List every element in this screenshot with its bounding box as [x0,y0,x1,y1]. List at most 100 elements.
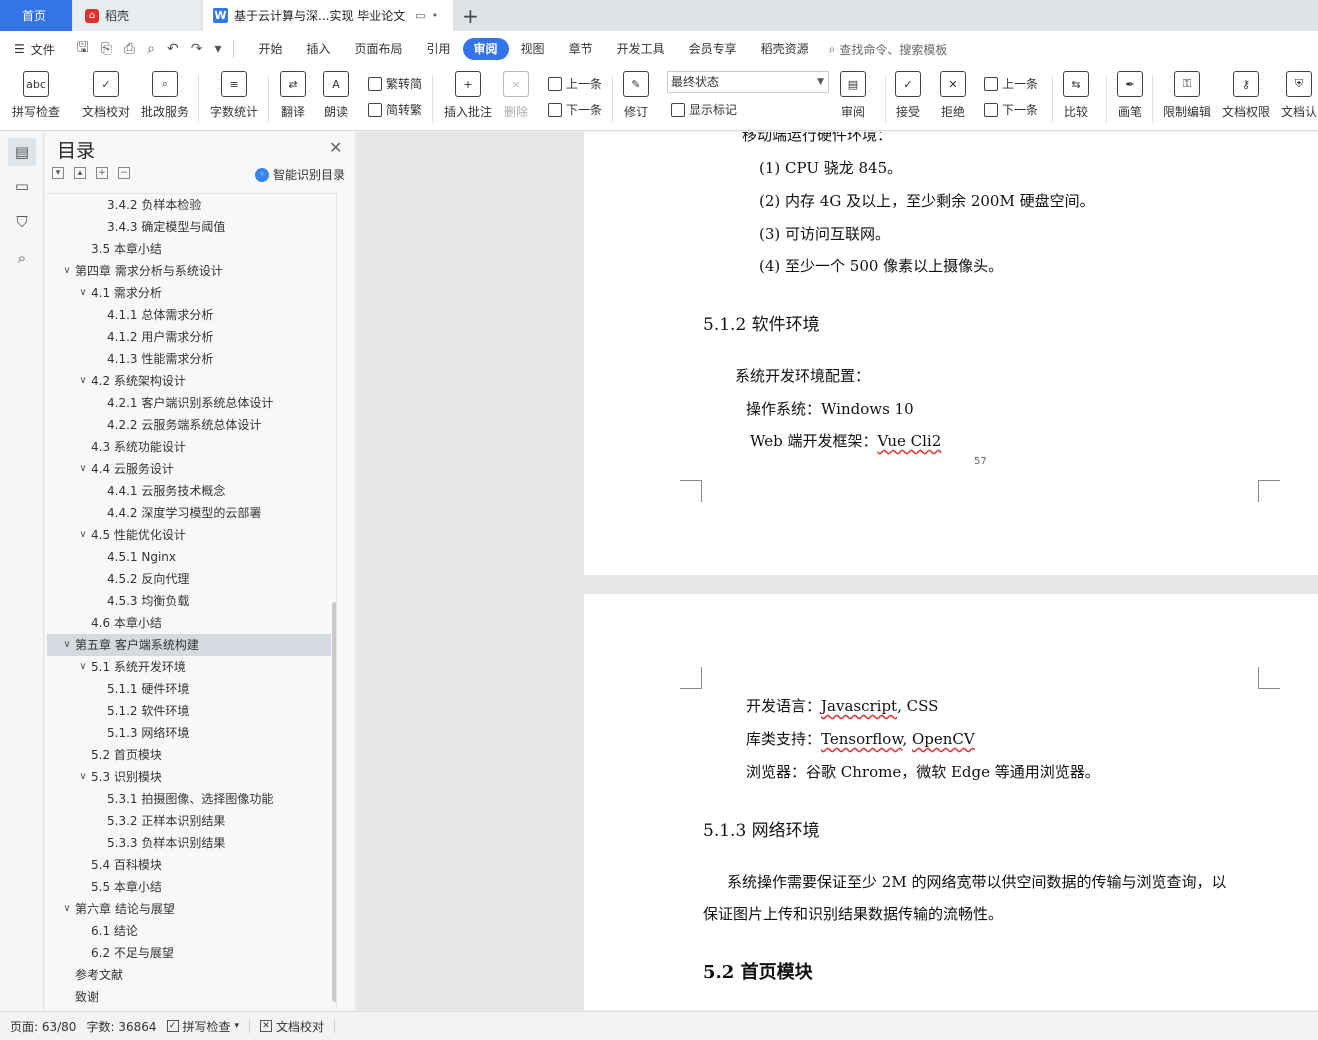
chevron-down-icon[interactable]: ∨ [77,656,89,678]
toc-item[interactable]: 5.3.2 正样本识别结果 [47,810,331,832]
expand-all-icon[interactable]: ▾ [52,167,64,179]
word-count-indicator[interactable]: 字数: 36864 [86,1018,156,1035]
toc-item[interactable]: 5.1.2 软件环境 [47,700,331,722]
chevron-down-icon[interactable]: ∨ [61,634,73,656]
toc-item[interactable]: ∨ 第四章 需求分析与系统设计 [47,260,331,282]
toc-item[interactable]: 5.5 本章小结 [47,876,331,898]
toc-icon[interactable]: ▤ [8,138,36,166]
toc-item[interactable]: 4.3 系统功能设计 [47,436,331,458]
restrict-edit-button[interactable]: ⚿ 限制编辑 [1163,71,1211,120]
menu-daoke-resources[interactable]: 稻壳资源 [749,38,821,60]
prev-change-button[interactable]: 上一条 [984,75,1038,92]
show-marks-button[interactable]: 显示标记 [671,101,737,118]
reject-button[interactable]: ✕ 拒绝 [940,71,966,120]
redo-icon[interactable]: ↷ [191,41,203,57]
simp-to-trad-button[interactable]: 简转繁 [368,101,422,118]
toc-item[interactable]: 4.1.1 总体需求分析 [47,304,331,326]
revise-button[interactable]: ✎ 修订 [623,71,649,120]
tab-home[interactable]: 首页 [0,0,72,31]
toc-item[interactable]: 4.2.2 云服务端系统总体设计 [47,414,331,436]
toc-item[interactable]: 4.5.2 反向代理 [47,568,331,590]
toc-item[interactable]: 5.4 百科模块 [47,854,331,876]
toc-item[interactable]: 5.1.3 网络环境 [47,722,331,744]
toc-item[interactable]: 致谢 [47,986,331,1008]
delete-comment-button[interactable]: × 删除 [503,71,529,120]
toc-item[interactable]: ∨ 4.1 需求分析 [47,282,331,304]
chevron-down-icon[interactable]: ∨ [77,766,89,788]
toc-item[interactable]: 4.6 本章小结 [47,612,331,634]
menu-start[interactable]: 开始 [246,38,294,60]
accept-button[interactable]: ✓ 接受 [895,71,921,120]
toc-item[interactable]: 4.4.1 云服务技术概念 [47,480,331,502]
toc-item[interactable]: 5.3.1 拍摄图像、选择图像功能 [47,788,331,810]
export-icon[interactable]: ⎘ [101,41,112,57]
toc-item[interactable]: ∨ 4.4 云服务设计 [47,458,331,480]
preview-icon[interactable]: ⌕ [147,41,155,57]
chevron-down-icon[interactable]: ∨ [77,458,89,480]
search-icon[interactable]: ⌕ [8,244,36,272]
display-mode-select[interactable]: 最终状态 ▼ [667,71,829,93]
toc-item[interactable]: 3.5 本章小结 [47,238,331,260]
menu-layout[interactable]: 页面布局 [343,38,415,60]
bookmark-icon[interactable]: ⛉ [8,208,36,236]
toc-item[interactable]: 5.2 首页模块 [47,744,331,766]
spell-check-status[interactable]: ✓ 拼写检查 ▾ [166,1018,239,1035]
insert-comment-button[interactable]: + 插入批注 [444,71,492,120]
doc-proof-status[interactable]: ✕ 文档校对 [260,1018,324,1035]
chevron-down-icon[interactable]: ∨ [61,260,73,282]
review-pane-button[interactable]: ▤ 审阅 [840,71,866,120]
toc-item[interactable]: 4.1.3 性能需求分析 [47,348,331,370]
toc-item[interactable]: 5.3.3 负样本识别结果 [47,832,331,854]
next-change-button[interactable]: 下一条 [984,101,1038,118]
chevron-down-icon[interactable]: ∨ [77,524,89,546]
chevron-down-icon[interactable]: ∨ [77,282,89,304]
smart-toc-button[interactable]: ◦ 智能识别目录 [255,166,345,183]
toc-item[interactable]: ∨ 4.5 性能优化设计 [47,524,331,546]
toc-item[interactable]: ∨ 5.3 识别模块 [47,766,331,788]
menu-member[interactable]: 会员专享 [677,38,749,60]
toc-item[interactable]: 6.2 不足与展望 [47,942,331,964]
batch-service-button[interactable]: ⌕ 批改服务 [141,71,189,120]
toc-item[interactable]: 6.1 结论 [47,920,331,942]
word-count-button[interactable]: ≡ 字数统计 [210,71,258,120]
file-menu[interactable]: ☰ 文件 [14,41,55,58]
tab-daoke[interactable]: ⌂ 稻壳 [73,0,201,31]
translate-button[interactable]: ⇄ 翻译 [280,71,306,120]
toc-item[interactable]: ∨ 5.1 系统开发环境 [47,656,331,678]
menu-developer[interactable]: 开发工具 [605,38,677,60]
save-icon[interactable]: 🖫 [77,37,89,61]
read-aloud-button[interactable]: A 朗读 [323,71,349,120]
toc-item[interactable]: 4.5.3 均衡负载 [47,590,331,612]
page-indicator[interactable]: 页面: 63/80 [10,1018,76,1035]
prev-comment-button[interactable]: 上一条 [548,75,602,92]
command-search[interactable]: ⌕ 查找命令、搜索模板 [829,41,948,58]
doc-cert-button[interactable]: ⛨ 文档认 [1281,71,1317,120]
toc-item[interactable]: ∨ 4.2 系统架构设计 [47,370,331,392]
menu-chapter[interactable]: 章节 [557,38,605,60]
toc-item[interactable]: ∨ 第六章 结论与展望 [47,898,331,920]
menu-review[interactable]: 审阅 [462,38,509,60]
spell-check-button[interactable]: abc 拼写检查 [12,71,60,120]
menu-view[interactable]: 视图 [509,38,557,60]
toc-item[interactable]: 4.2.1 客户端识别系统总体设计 [47,392,331,414]
print-icon[interactable]: ⎙ [124,41,135,57]
collapse-all-icon[interactable]: ▴ [74,167,86,179]
more-icon[interactable]: ▾ [214,41,221,57]
next-comment-button[interactable]: 下一条 [548,101,602,118]
menu-reference[interactable]: 引用 [415,38,463,60]
close-icon[interactable]: ✕ [329,138,342,157]
undo-icon[interactable]: ↶ [167,41,179,57]
toc-item[interactable]: 4.4.2 深度学习模型的云部署 [47,502,331,524]
toc-scrollbar[interactable] [332,602,336,1002]
add-heading-icon[interactable]: + [96,167,108,179]
screen-icon[interactable]: ▭ [415,9,425,22]
compare-button[interactable]: ⇆ 比较 [1063,71,1089,120]
chapter-nav-icon[interactable]: ▭ [8,172,36,200]
close-tab-icon[interactable]: • [432,9,439,22]
toc-item[interactable]: ∨ 第五章 客户端系统构建 [47,634,331,656]
toc-item[interactable]: 4.5.1 Nginx [47,546,331,568]
remove-heading-icon[interactable]: − [118,167,130,179]
tab-document[interactable]: W 基于云计算与深...实现 毕业论文 ▭ • [203,0,453,31]
new-tab-button[interactable]: + [462,4,479,28]
doc-permission-button[interactable]: ⚷ 文档权限 [1222,71,1270,120]
